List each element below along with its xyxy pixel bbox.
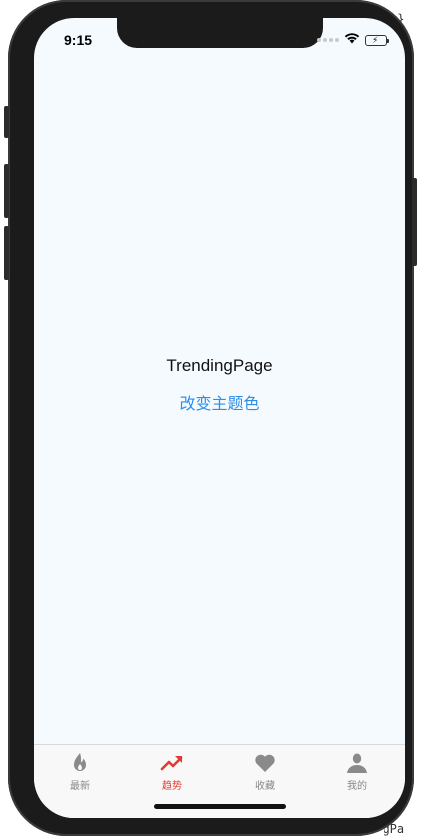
volume-up-button — [4, 164, 9, 218]
tab-trending-label: 趋势 — [162, 781, 182, 792]
tab-latest[interactable]: 最新 — [34, 745, 126, 797]
phone-frame: 9:15 ⚡ TrendingPage 改变主题色 最新 趋势 收藏 我的 — [4, 0, 417, 836]
app-screen: 9:15 ⚡ TrendingPage 改变主题色 最新 趋势 收藏 我的 — [34, 18, 405, 818]
tab-trending[interactable]: 趋势 — [126, 745, 218, 797]
home-indicator[interactable] — [154, 804, 286, 809]
power-button — [412, 178, 417, 266]
battery-icon: ⚡ — [365, 34, 389, 46]
volume-down-button — [4, 226, 9, 280]
desktop-stage: t} ne av . ' ' g c l- om om g : ' -{ -I … — [0, 0, 423, 838]
tab-favorites-label: 收藏 — [255, 781, 275, 792]
status-icons: ⚡ — [317, 31, 389, 49]
signal-icon — [317, 38, 339, 42]
status-time: 9:15 — [64, 32, 93, 48]
tab-favorites[interactable]: 收藏 — [219, 745, 311, 797]
tab-mine-label: 我的 — [347, 781, 367, 792]
mute-switch — [4, 106, 9, 138]
wifi-icon — [344, 31, 360, 49]
trending-up-icon — [160, 752, 184, 774]
notch — [117, 18, 323, 48]
flame-icon — [68, 752, 92, 774]
tab-mine[interactable]: 我的 — [311, 745, 403, 797]
person-icon — [345, 752, 369, 774]
tab-latest-label: 最新 — [70, 781, 90, 792]
heart-icon — [253, 752, 277, 774]
page-title: TrendingPage — [166, 356, 273, 375]
change-theme-button[interactable]: 改变主题色 — [34, 390, 405, 414]
